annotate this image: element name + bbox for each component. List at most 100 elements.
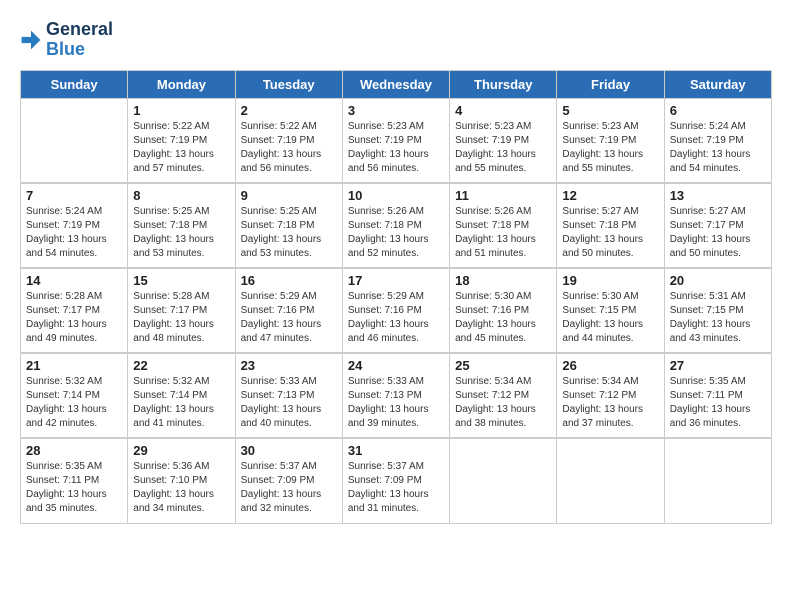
calendar-week-row: 28 Sunrise: 5:35 AMSunset: 7:11 PMDayligh… (21, 438, 772, 523)
calendar-cell: 9 Sunrise: 5:25 AMSunset: 7:18 PMDaylight… (235, 183, 342, 268)
logo-icon (20, 29, 42, 51)
weekday-header: Sunday (21, 70, 128, 98)
cell-content: Sunrise: 5:35 AMSunset: 7:11 PMDaylight:… (26, 460, 122, 516)
calendar-cell: 22Sunrise: 5:32 AMSunset: 7:14 PMDayligh… (128, 353, 235, 438)
day-number: 18 (455, 273, 551, 288)
cell-content: Sunrise: 5:23 AMSunset: 7:19 PMDaylight:… (348, 120, 444, 176)
cell-content: Sunrise: 5:23 AMSunset: 7:19 PMDaylight:… (455, 120, 551, 176)
cell-content: Sunrise: 5:24 AMSunset: 7:19 PMDaylight:… (26, 205, 122, 261)
day-number: 24 (348, 358, 444, 373)
calendar-cell (557, 438, 664, 523)
day-number: 2 (241, 103, 337, 118)
cell-content: Sunrise: 5:28 AMSunset: 7:17 PMDaylight:… (26, 290, 122, 346)
weekday-header: Monday (128, 70, 235, 98)
calendar-cell: 28 Sunrise: 5:35 AMSunset: 7:11 PMDayligh… (21, 438, 128, 523)
cell-content: Sunrise: 5:36 AMSunset: 7:10 PMDaylight:… (133, 460, 229, 516)
calendar-cell: 18 Sunrise: 5:30 AMSunset: 7:16 PMDayligh… (450, 268, 557, 353)
day-number: 5 (562, 103, 658, 118)
calendar-cell: 8 Sunrise: 5:25 AMSunset: 7:18 PMDaylight… (128, 183, 235, 268)
calendar-cell (450, 438, 557, 523)
day-number: 30 (241, 443, 337, 458)
calendar-cell: 12 Sunrise: 5:27 AMSunset: 7:18 PMDayligh… (557, 183, 664, 268)
calendar-cell: 29 Sunrise: 5:36 AMSunset: 7:10 PMDayligh… (128, 438, 235, 523)
day-number: 9 (241, 188, 337, 203)
cell-content: Sunrise: 5:30 AMSunset: 7:15 PMDaylight:… (562, 290, 658, 346)
day-number: 3 (348, 103, 444, 118)
calendar-cell: 3 Sunrise: 5:23 AMSunset: 7:19 PMDaylight… (342, 98, 449, 183)
calendar-week-row: 14Sunrise: 5:28 AMSunset: 7:17 PMDayligh… (21, 268, 772, 353)
calendar-week-row: 1Sunrise: 5:22 AMSunset: 7:19 PMDaylight… (21, 98, 772, 183)
calendar-cell: 15 Sunrise: 5:28 AMSunset: 7:17 PMDayligh… (128, 268, 235, 353)
calendar-cell: 25Sunrise: 5:34 AMSunset: 7:12 PMDayligh… (450, 353, 557, 438)
cell-content: Sunrise: 5:35 AMSunset: 7:11 PMDaylight:… (670, 375, 766, 431)
day-number: 22 (133, 358, 229, 373)
calendar-cell (664, 438, 771, 523)
day-number: 13 (670, 188, 766, 203)
logo: General Blue (20, 20, 113, 60)
calendar-cell: 2Sunrise: 5:22 AMSunset: 7:19 PMDaylight… (235, 98, 342, 183)
day-number: 15 (133, 273, 229, 288)
day-number: 26 (562, 358, 658, 373)
calendar-week-row: 21Sunrise: 5:32 AMSunset: 7:14 PMDayligh… (21, 353, 772, 438)
day-number: 16 (241, 273, 337, 288)
cell-content: Sunrise: 5:32 AMSunset: 7:14 PMDaylight:… (26, 375, 122, 431)
calendar-cell: 4 Sunrise: 5:23 AMSunset: 7:19 PMDaylight… (450, 98, 557, 183)
calendar-cell: 21Sunrise: 5:32 AMSunset: 7:14 PMDayligh… (21, 353, 128, 438)
cell-content: Sunrise: 5:33 AMSunset: 7:13 PMDaylight:… (348, 375, 444, 431)
logo-text-line1: General (46, 20, 113, 40)
cell-content: Sunrise: 5:37 AMSunset: 7:09 PMDaylight:… (241, 460, 337, 516)
calendar-cell: 19 Sunrise: 5:30 AMSunset: 7:15 PMDayligh… (557, 268, 664, 353)
calendar-cell: 27 Sunrise: 5:35 AMSunset: 7:11 PMDayligh… (664, 353, 771, 438)
calendar-cell: 6Sunrise: 5:24 AMSunset: 7:19 PMDaylight… (664, 98, 771, 183)
cell-content: Sunrise: 5:31 AMSunset: 7:15 PMDaylight:… (670, 290, 766, 346)
cell-content: Sunrise: 5:25 AMSunset: 7:18 PMDaylight:… (241, 205, 337, 261)
cell-content: Sunrise: 5:23 AMSunset: 7:19 PMDaylight:… (562, 120, 658, 176)
calendar-cell: 30 Sunrise: 5:37 AMSunset: 7:09 PMDayligh… (235, 438, 342, 523)
cell-content: Sunrise: 5:33 AMSunset: 7:13 PMDaylight:… (241, 375, 337, 431)
cell-content: Sunrise: 5:30 AMSunset: 7:16 PMDaylight:… (455, 290, 551, 346)
weekday-header: Tuesday (235, 70, 342, 98)
calendar-body: 1Sunrise: 5:22 AMSunset: 7:19 PMDaylight… (21, 98, 772, 523)
cell-content: Sunrise: 5:29 AMSunset: 7:16 PMDaylight:… (241, 290, 337, 346)
calendar-table: SundayMondayTuesdayWednesdayThursdayFrid… (20, 70, 772, 524)
day-number: 12 (562, 188, 658, 203)
day-number: 29 (133, 443, 229, 458)
cell-content: Sunrise: 5:37 AMSunset: 7:09 PMDaylight:… (348, 460, 444, 516)
calendar-cell: 13 Sunrise: 5:27 AMSunset: 7:17 PMDayligh… (664, 183, 771, 268)
calendar-cell: 7 Sunrise: 5:24 AMSunset: 7:19 PMDaylight… (21, 183, 128, 268)
day-number: 28 (26, 443, 122, 458)
calendar-cell: 14Sunrise: 5:28 AMSunset: 7:17 PMDayligh… (21, 268, 128, 353)
cell-content: Sunrise: 5:27 AMSunset: 7:18 PMDaylight:… (562, 205, 658, 261)
day-number: 10 (348, 188, 444, 203)
cell-content: Sunrise: 5:28 AMSunset: 7:17 PMDaylight:… (133, 290, 229, 346)
day-number: 19 (562, 273, 658, 288)
day-number: 6 (670, 103, 766, 118)
cell-content: Sunrise: 5:25 AMSunset: 7:18 PMDaylight:… (133, 205, 229, 261)
cell-content: Sunrise: 5:26 AMSunset: 7:18 PMDaylight:… (455, 205, 551, 261)
cell-content: Sunrise: 5:34 AMSunset: 7:12 PMDaylight:… (562, 375, 658, 431)
calendar-cell: 1Sunrise: 5:22 AMSunset: 7:19 PMDaylight… (128, 98, 235, 183)
calendar-cell: 16 Sunrise: 5:29 AMSunset: 7:16 PMDayligh… (235, 268, 342, 353)
cell-content: Sunrise: 5:26 AMSunset: 7:18 PMDaylight:… (348, 205, 444, 261)
weekday-header: Friday (557, 70, 664, 98)
day-number: 4 (455, 103, 551, 118)
day-number: 11 (455, 188, 551, 203)
cell-content: Sunrise: 5:29 AMSunset: 7:16 PMDaylight:… (348, 290, 444, 346)
calendar-cell: 17 Sunrise: 5:29 AMSunset: 7:16 PMDayligh… (342, 268, 449, 353)
day-number: 27 (670, 358, 766, 373)
cell-content: Sunrise: 5:27 AMSunset: 7:17 PMDaylight:… (670, 205, 766, 261)
calendar-header-row: SundayMondayTuesdayWednesdayThursdayFrid… (21, 70, 772, 98)
day-number: 20 (670, 273, 766, 288)
calendar-cell: 10 Sunrise: 5:26 AMSunset: 7:18 PMDayligh… (342, 183, 449, 268)
calendar-cell (21, 98, 128, 183)
day-number: 17 (348, 273, 444, 288)
weekday-header: Thursday (450, 70, 557, 98)
calendar-cell: 31Sunrise: 5:37 AMSunset: 7:09 PMDayligh… (342, 438, 449, 523)
page-header: General Blue (20, 20, 772, 60)
day-number: 23 (241, 358, 337, 373)
calendar-cell: 26 Sunrise: 5:34 AMSunset: 7:12 PMDayligh… (557, 353, 664, 438)
day-number: 7 (26, 188, 122, 203)
day-number: 8 (133, 188, 229, 203)
calendar-cell: 23 Sunrise: 5:33 AMSunset: 7:13 PMDayligh… (235, 353, 342, 438)
weekday-header: Wednesday (342, 70, 449, 98)
